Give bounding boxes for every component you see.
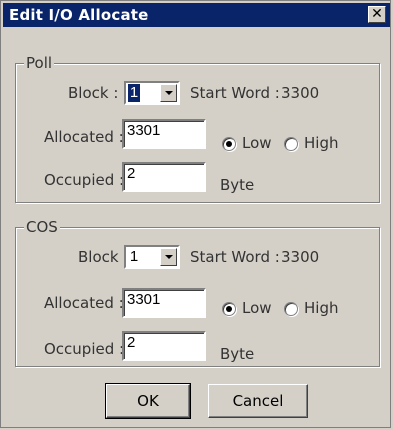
title-bar[interactable]: Edit I/O Allocate ✕: [3, 3, 390, 27]
poll-occupied-label: Occupied :: [44, 171, 125, 189]
cos-allocated-label: Allocated :: [44, 294, 124, 312]
poll-allocated-input[interactable]: 3301: [122, 119, 206, 149]
cancel-button[interactable]: Cancel: [208, 384, 308, 418]
cos-high-radio[interactable]: [284, 302, 298, 316]
poll-block-value: 1: [128, 84, 140, 102]
poll-high-label: High: [304, 134, 339, 152]
cos-allocated-input[interactable]: 3301: [122, 288, 206, 318]
chevron-down-icon[interactable]: [160, 248, 177, 266]
poll-group: Poll Block : 1 Start Word : 3300 Allocat…: [15, 54, 380, 203]
cos-block-value: 1: [129, 248, 139, 265]
edit-io-allocate-dialog: Edit I/O Allocate ✕ Poll Block : 1 Start…: [0, 0, 391, 428]
poll-block-select[interactable]: 1: [124, 81, 180, 105]
poll-occupied-input[interactable]: 2: [122, 162, 206, 192]
cos-block-label: Block: [78, 248, 119, 266]
poll-start-word-value: 3300: [281, 84, 320, 102]
cos-unit-label: Byte: [220, 345, 255, 363]
cos-group: COS Block 1 Start Word : 3300 Allocated …: [15, 218, 380, 367]
dialog-title: Edit I/O Allocate: [9, 6, 149, 24]
cos-high-label: High: [304, 299, 339, 317]
poll-high-radio[interactable]: [284, 137, 298, 151]
close-button[interactable]: ✕: [368, 6, 386, 23]
chevron-down-icon[interactable]: [160, 84, 177, 102]
cos-group-label: COS: [24, 218, 60, 236]
cos-start-word-label: Start Word :: [190, 248, 280, 266]
poll-allocated-label: Allocated :: [44, 128, 124, 146]
cos-block-select[interactable]: 1: [124, 245, 180, 269]
cos-low-radio[interactable]: [222, 302, 236, 316]
cos-occupied-input[interactable]: 2: [122, 331, 206, 361]
poll-low-label: Low: [242, 134, 272, 152]
poll-start-word-label: Start Word :: [190, 84, 280, 102]
poll-unit-label: Byte: [220, 176, 255, 194]
close-icon: ✕: [371, 6, 383, 22]
poll-block-label: Block :: [68, 84, 119, 102]
poll-group-label: Poll: [24, 54, 55, 72]
poll-low-radio[interactable]: [222, 137, 236, 151]
cos-low-label: Low: [242, 299, 272, 317]
ok-button[interactable]: OK: [105, 383, 191, 419]
cos-occupied-label: Occupied :: [44, 340, 125, 358]
cos-start-word-value: 3300: [281, 248, 320, 266]
